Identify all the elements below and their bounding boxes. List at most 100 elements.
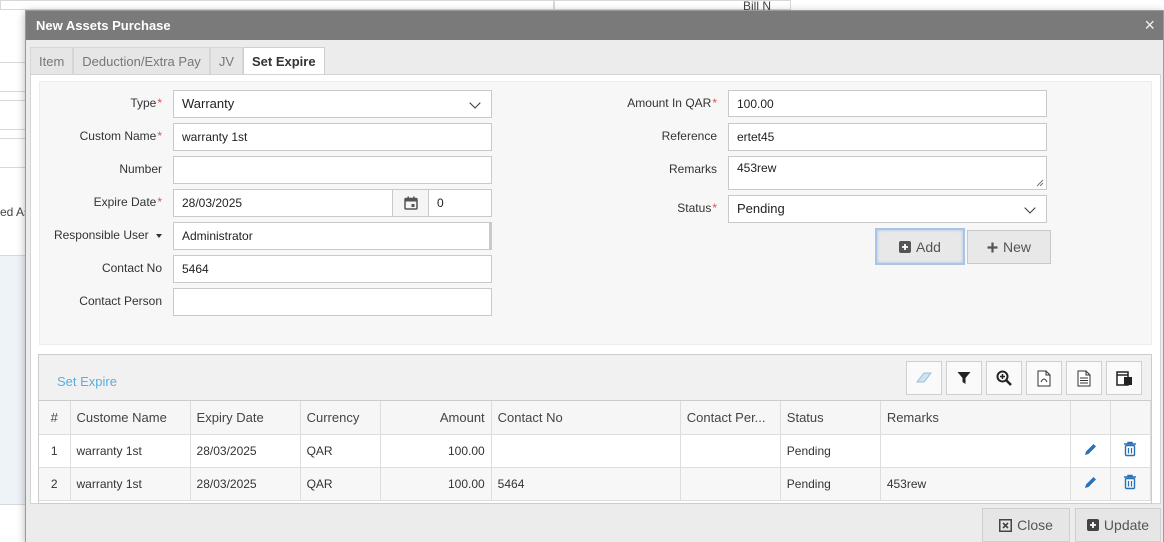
trash-icon[interactable] [1123, 474, 1137, 490]
chevron-down-icon [1024, 202, 1036, 214]
number-input[interactable] [173, 156, 492, 184]
cell-name: warranty 1st [70, 434, 191, 468]
cell-expiry-date: 28/03/2025 [190, 467, 301, 501]
bg-cell [0, 100, 26, 130]
new-assets-purchase-modal: New Assets Purchase × Item Deduction/Ext… [25, 10, 1164, 542]
modal-header: New Assets Purchase × [26, 11, 1163, 40]
trash-icon[interactable] [1123, 441, 1137, 457]
filter-icon [957, 372, 971, 384]
cell-contact-no [491, 434, 681, 468]
expire-date-input[interactable]: 28/03/2025 [173, 189, 393, 217]
set-expire-grid: Set Expire # Custome Name Expiry Date Cu… [38, 354, 1152, 504]
add-button[interactable]: Add [875, 228, 965, 265]
cell-contact-person [680, 467, 781, 501]
close-square-icon [999, 518, 1013, 532]
eraser-icon [915, 372, 933, 383]
expire-days-input[interactable]: 0 [428, 189, 492, 217]
contact-person-label: Contact Person [79, 294, 162, 308]
tab-bar: Item Deduction/Extra Pay JV Set Expire [30, 47, 325, 75]
amount-label: Amount In QAR* [627, 96, 717, 110]
tab-set-expire[interactable]: Set Expire [242, 47, 325, 75]
caret-down-icon [156, 233, 162, 238]
column-header-currency[interactable]: Currency [300, 401, 381, 435]
tab-deduction-extra-pay[interactable]: Deduction/Extra Pay [73, 47, 210, 75]
close-button[interactable]: Close [982, 508, 1070, 542]
column-chooser-button[interactable] [1106, 361, 1142, 395]
filter-button[interactable] [946, 361, 982, 395]
calendar-icon [403, 196, 418, 210]
custom-name-input[interactable]: warranty 1st [173, 123, 492, 151]
responsible-user-input[interactable]: Administrator [173, 222, 492, 250]
table-header-row: # Custome Name Expiry Date Currency Amou… [39, 401, 1152, 435]
status-label: Status* [677, 201, 717, 215]
excel-file-icon [1077, 370, 1091, 386]
responsible-user-dropdown[interactable]: Responsible User [40, 228, 162, 242]
grid-toolbar: Set Expire [39, 355, 1151, 401]
amount-input[interactable]: 100.00 [728, 90, 1047, 117]
modal-footer: Close Update [26, 504, 1163, 542]
edit-cell [1070, 467, 1111, 501]
bg-cell [0, 62, 26, 92]
contact-no-input[interactable]: 5464 [173, 255, 492, 283]
bg-cell [0, 255, 26, 505]
column-header-custome-name[interactable]: Custome Name [70, 401, 191, 435]
column-header-remarks[interactable]: Remarks [880, 401, 1071, 435]
remarks-label: Remarks [668, 162, 717, 176]
cell-currency: QAR [300, 434, 381, 468]
column-header-index[interactable]: # [39, 401, 71, 435]
set-expire-form: Type* Warranty Custom Name* warranty 1st… [39, 81, 1152, 345]
column-header-edit [1070, 401, 1111, 435]
column-header-contact-no[interactable]: Contact No [491, 401, 681, 435]
plus-square-icon [1086, 519, 1099, 531]
plus-square-icon [899, 240, 912, 253]
type-label: Type* [130, 96, 162, 110]
cell-remarks: 453rew [880, 467, 1071, 501]
pencil-icon[interactable] [1083, 475, 1098, 490]
calendar-button[interactable] [392, 189, 429, 217]
column-header-delete [1110, 401, 1152, 435]
table-row[interactable]: 2 warranty 1st 28/03/2025 QAR 100.00 546… [39, 467, 1152, 501]
custom-name-label: Custom Name* [79, 129, 162, 143]
cell-index: 1 [39, 434, 71, 468]
column-chooser-icon [1115, 370, 1132, 386]
column-header-expiry-date[interactable]: Expiry Date [190, 401, 301, 435]
cell-status: Pending [780, 467, 881, 501]
reference-input[interactable]: ertet45 [728, 123, 1047, 151]
bg-cell [0, 138, 26, 168]
export-pdf-button[interactable] [1026, 361, 1062, 395]
cell-name: warranty 1st [70, 467, 191, 501]
close-icon[interactable]: × [1144, 16, 1155, 34]
delete-cell [1110, 434, 1152, 468]
edit-cell [1070, 434, 1111, 468]
resize-handle-icon[interactable] [1036, 179, 1044, 187]
column-header-status[interactable]: Status [780, 401, 881, 435]
plus-icon [987, 242, 998, 252]
export-excel-button[interactable] [1066, 361, 1102, 395]
remarks-textarea[interactable]: 453rew [728, 156, 1047, 190]
pencil-icon[interactable] [1083, 442, 1098, 457]
clear-filter-button[interactable] [906, 361, 942, 395]
contact-no-label: Contact No [101, 261, 162, 275]
cell-status: Pending [780, 434, 881, 468]
new-button[interactable]: New [967, 230, 1051, 264]
cell-currency: QAR [300, 467, 381, 501]
grid-title: Set Expire [57, 374, 117, 389]
expire-date-label: Expire Date* [93, 195, 162, 209]
status-select[interactable]: Pending [728, 195, 1047, 223]
column-header-contact-person[interactable]: Contact Per... [680, 401, 781, 435]
type-select[interactable]: Warranty [173, 90, 492, 118]
contact-person-input[interactable] [173, 288, 492, 316]
bg-cell [0, 0, 554, 10]
modal-title: New Assets Purchase [36, 18, 171, 33]
update-button[interactable]: Update [1075, 508, 1161, 542]
chevron-down-icon [469, 97, 481, 109]
column-header-amount[interactable]: Amount [380, 401, 492, 435]
table-row[interactable]: 1 warranty 1st 28/03/2025 QAR 100.00 Pen… [39, 434, 1152, 468]
tab-item[interactable]: Item [30, 47, 74, 75]
reference-label: Reference [661, 129, 717, 143]
zoom-button[interactable] [986, 361, 1022, 395]
zoom-in-icon [996, 370, 1012, 386]
cell-remarks [880, 434, 1071, 468]
tab-jv[interactable]: JV [209, 47, 243, 75]
pdf-file-icon [1037, 370, 1051, 386]
